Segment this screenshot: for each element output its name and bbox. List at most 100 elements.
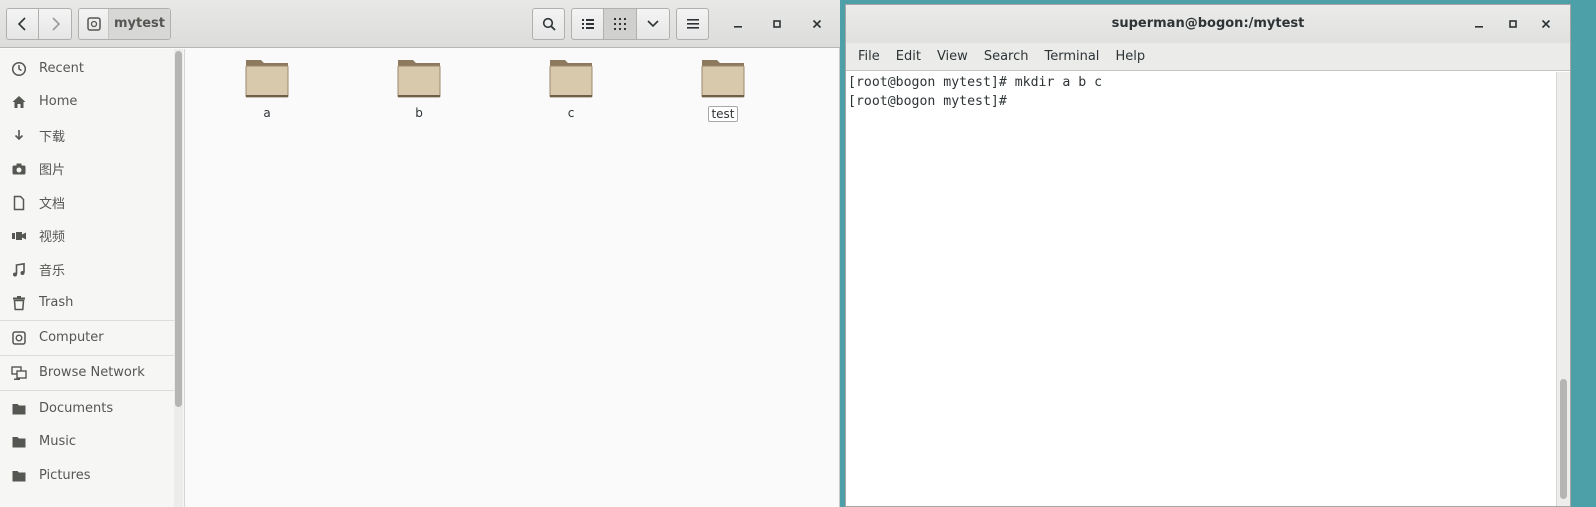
- sidebar-item-label: Trash: [39, 295, 74, 310]
- sidebar-item-trash[interactable]: Trash: [0, 286, 174, 319]
- folder-label: test: [708, 106, 738, 122]
- terminal-titlebar[interactable]: superman@bogon:/mytest: [846, 5, 1570, 43]
- terminal-output[interactable]: [root@bogon mytest]# mkdir a b c [root@bo…: [846, 72, 1556, 506]
- drive-icon: [79, 9, 109, 39]
- terminal-scrollbar[interactable]: [1556, 72, 1570, 506]
- file-manager-window: mytest Recent Home 下载 图片 文档 视频 音乐 Trash …: [0, 0, 840, 507]
- minimize-icon: [1475, 26, 1483, 28]
- grid-icon: [614, 18, 626, 30]
- folder-icon: [397, 60, 441, 98]
- home-icon: [10, 93, 28, 111]
- sidebar-item-label: Recent: [39, 61, 84, 76]
- folder-icon: [245, 60, 289, 98]
- download-icon: [10, 127, 28, 145]
- menu-edit[interactable]: Edit: [888, 43, 929, 71]
- menu-search[interactable]: Search: [976, 43, 1037, 71]
- folder-item-b[interactable]: b: [379, 57, 459, 137]
- sidebar-item-label: Browse Network: [39, 365, 145, 380]
- maximize-button[interactable]: [1503, 14, 1523, 34]
- sidebar-item-downloads[interactable]: 下载: [0, 119, 174, 152]
- sidebar-item-documents-zh[interactable]: 文档: [0, 186, 174, 219]
- file-manager-headerbar: mytest: [0, 0, 840, 48]
- minimize-icon: [734, 26, 742, 28]
- terminal-line: [root@bogon mytest]# mkdir a b c: [848, 75, 1103, 90]
- terminal-line: [root@bogon mytest]#: [848, 94, 1015, 109]
- menu-view[interactable]: View: [929, 43, 976, 71]
- music-icon: [10, 261, 28, 279]
- sidebar-item-label: 视频: [39, 230, 66, 245]
- sidebar-item-label: Home: [39, 94, 78, 109]
- search-button[interactable]: [532, 8, 565, 40]
- terminal-scrollbar-thumb[interactable]: [1560, 379, 1567, 499]
- window-title: superman@bogon:/mytest: [1111, 16, 1305, 31]
- folder-icon: [701, 60, 745, 98]
- chevron-right-icon: [52, 17, 61, 31]
- sidebar-item-videos-zh[interactable]: 视频: [0, 219, 174, 252]
- menu-terminal[interactable]: Terminal: [1036, 43, 1107, 71]
- network-icon: [10, 364, 28, 382]
- sidebar-item-label: Pictures: [39, 468, 91, 483]
- sidebar-item-label: 下载: [39, 130, 66, 145]
- folder-item-test[interactable]: test: [683, 57, 763, 137]
- maximize-button[interactable]: [767, 14, 787, 34]
- sidebar-item-computer[interactable]: Computer: [0, 321, 174, 354]
- minimize-button[interactable]: [1469, 14, 1489, 34]
- forward-button[interactable]: [39, 8, 72, 40]
- trash-icon: [10, 294, 28, 312]
- folder-icon: [10, 467, 28, 485]
- sidebar-item-music-zh[interactable]: 音乐: [0, 253, 174, 286]
- sidebar-item-label: Music: [39, 434, 76, 449]
- sidebar-item-label: Documents: [39, 401, 114, 416]
- folder-item-c[interactable]: c: [531, 57, 611, 137]
- maximize-icon: [1509, 20, 1517, 28]
- sidebar-item-home[interactable]: Home: [0, 85, 174, 118]
- list-icon: [581, 19, 594, 29]
- folder-icon: [10, 400, 28, 418]
- sidebar-item-pictures-zh[interactable]: 图片: [0, 152, 174, 185]
- close-icon: [812, 19, 822, 29]
- grid-view-button[interactable]: [604, 8, 637, 40]
- hamburger-icon: [686, 19, 699, 29]
- places-sidebar: Recent Home 下载 图片 文档 视频 音乐 Trash Compute…: [0, 49, 185, 507]
- document-icon: [10, 194, 28, 212]
- sidebar-item-browse-network[interactable]: Browse Network: [0, 356, 174, 389]
- sidebar-item-recent[interactable]: Recent: [0, 52, 174, 85]
- sidebar-item-label: 文档: [39, 197, 66, 212]
- minimize-button[interactable]: [728, 14, 748, 34]
- camera-icon: [10, 160, 28, 178]
- sidebar-scrollbar[interactable]: [174, 49, 183, 507]
- sidebar-separator: [0, 390, 174, 391]
- maximize-icon: [773, 20, 781, 28]
- file-icon-view: a b c test: [186, 49, 839, 507]
- path-bar-button[interactable]: mytest: [78, 8, 171, 40]
- clock-icon: [10, 60, 28, 78]
- terminal-menubar: File Edit View Search Terminal Help: [846, 43, 1570, 71]
- menu-button[interactable]: [676, 8, 709, 40]
- menu-help[interactable]: Help: [1107, 43, 1153, 71]
- close-button[interactable]: [1536, 14, 1556, 34]
- folder-icon: [549, 60, 593, 98]
- sidebar-scrollbar-thumb[interactable]: [175, 51, 182, 407]
- folder-icon: [10, 433, 28, 451]
- sidebar-item-pictures[interactable]: Pictures: [0, 459, 174, 492]
- path-label: mytest: [109, 9, 170, 39]
- menu-file[interactable]: File: [850, 43, 888, 71]
- view-options-dropdown[interactable]: [637, 8, 670, 40]
- close-button[interactable]: [807, 14, 827, 34]
- folder-label: c: [567, 106, 575, 120]
- folder-label: b: [415, 106, 423, 120]
- list-view-button[interactable]: [571, 8, 604, 40]
- folder-item-a[interactable]: a: [227, 57, 307, 137]
- computer-icon: [10, 329, 28, 347]
- chevron-down-icon: [647, 20, 659, 28]
- chevron-left-icon: [17, 17, 26, 31]
- back-button[interactable]: [6, 8, 39, 40]
- folder-label: a: [263, 106, 271, 120]
- close-icon: [1541, 19, 1551, 29]
- video-icon: [10, 227, 28, 245]
- sidebar-item-label: 音乐: [39, 264, 66, 279]
- sidebar-item-music[interactable]: Music: [0, 425, 174, 458]
- sidebar-item-label: 图片: [39, 163, 66, 178]
- sidebar-item-documents[interactable]: Documents: [0, 392, 174, 425]
- terminal-window: superman@bogon:/mytest File Edit View Se…: [845, 4, 1571, 507]
